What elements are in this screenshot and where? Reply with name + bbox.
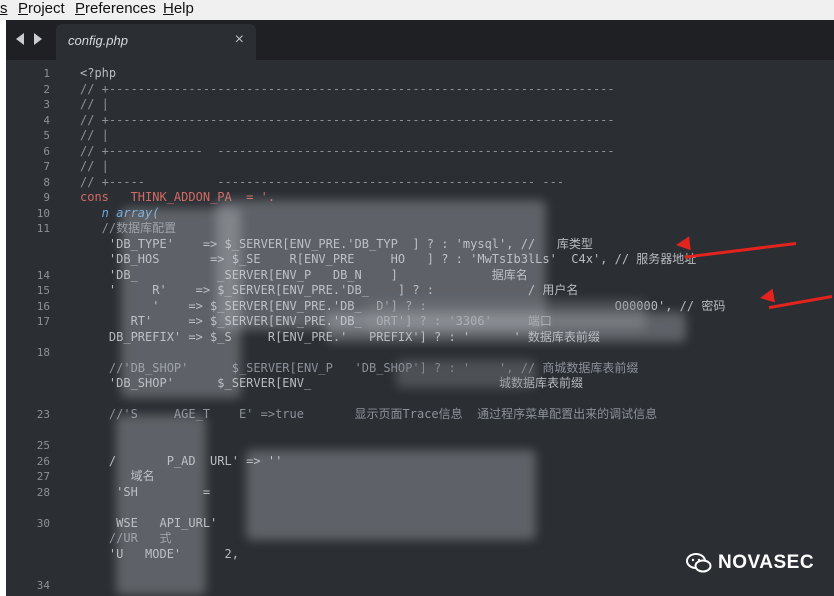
redaction-blur [246, 450, 536, 540]
line-number: 6 [43, 144, 50, 158]
line-number-gutter: 1 2 3 4 5 6 7 8 9 10 11 14 15 16 17 18 23 25 26 27 28 30 34 [6, 60, 66, 596]
code-line: // | [80, 159, 109, 173]
code-line: <?php [80, 66, 117, 80]
line-number: 25 [36, 439, 50, 452]
code-line: // | [80, 97, 109, 111]
red-arrow-password-head [758, 288, 776, 305]
line-number: 18 [36, 346, 50, 359]
line-number: 7 [43, 160, 50, 173]
line-number: 2 [43, 82, 50, 96]
line-number: 10 [36, 206, 50, 220]
watermark-text: NOVASEC [718, 552, 815, 573]
line-number: 14 [36, 268, 50, 282]
redaction-blur [116, 415, 206, 595]
menu-item-help[interactable]: Help [163, 0, 194, 17]
code-editor[interactable]: 1 2 3 4 5 6 7 8 9 10 11 14 15 16 17 18 23 25 26 27 28 30 34 <?… [6, 60, 834, 596]
line-number: 17 [36, 315, 50, 328]
line-number: 30 [36, 516, 50, 530]
menu-bar: s Project Preferences Help [0, 0, 834, 20]
redaction-blur [396, 360, 536, 388]
line-number: 16 [36, 299, 50, 313]
forward-arrow-icon[interactable] [34, 33, 42, 45]
line-number: 28 [36, 485, 50, 499]
tab-bar: config.php × [6, 20, 834, 60]
line-number: 3 [43, 98, 50, 111]
line-number: 8 [43, 175, 50, 189]
wechat-icon [686, 553, 712, 573]
close-icon[interactable]: × [235, 31, 244, 49]
tab-config-php[interactable]: config.php × [56, 24, 256, 60]
line-number: 26 [36, 454, 50, 468]
line-number: 1 [43, 67, 50, 80]
line-number: 11 [36, 222, 50, 235]
editor-window: config.php × 1 2 3 4 5 6 7 8 9 10 11 14 15 16 17 18 23 25… [6, 20, 834, 596]
menu-item-project[interactable]: Project [18, 0, 65, 17]
menu-item-preferences[interactable]: Preferences [75, 0, 156, 17]
code-line: // +------------------------------------… [80, 81, 615, 96]
line-number: 15 [36, 284, 50, 297]
line-number: 4 [43, 113, 50, 127]
code-line: // | [80, 128, 109, 142]
line-number: 5 [43, 129, 50, 142]
menu-item-s[interactable]: s [0, 0, 8, 17]
code-line: // +----- ------------------------------… [80, 174, 565, 189]
red-arrow-host-head [675, 236, 691, 252]
tab-label: config.php [68, 33, 128, 48]
line-number: 9 [43, 191, 50, 204]
line-number: 23 [36, 408, 50, 421]
line-number: 34 [36, 578, 50, 592]
line-number: 27 [36, 470, 50, 483]
code-line: // +------------- ----------------------… [80, 143, 615, 158]
code-line: // +------------------------------------… [80, 112, 615, 127]
redaction-blur [326, 312, 686, 342]
back-arrow-icon[interactable] [16, 33, 24, 45]
